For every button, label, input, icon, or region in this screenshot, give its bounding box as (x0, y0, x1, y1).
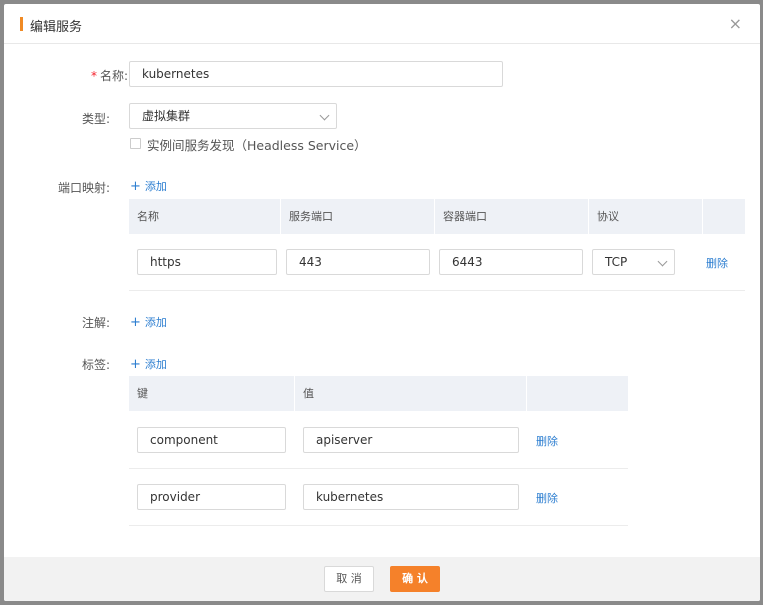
name-label: * 名称: (48, 67, 128, 84)
delete-label-button[interactable]: 删除 (536, 433, 558, 449)
headless-label: 实例间服务发现（Headless Service） (147, 138, 367, 153)
add-label-label: 添加 (144, 358, 167, 371)
add-port-button[interactable]: + 添加 (130, 178, 167, 194)
type-label: 类型: (81, 112, 110, 126)
name-input[interactable]: kubernetes (129, 61, 503, 87)
ports-col-actions (703, 199, 745, 234)
ports-label: 端口映射: (57, 181, 110, 195)
title-accent-bar (20, 17, 23, 31)
protocol-select[interactable]: TCP (592, 249, 675, 275)
label-value-input[interactable]: apiserver (303, 427, 519, 453)
dialog-footer: 取 消 确 认 (4, 557, 760, 601)
close-icon[interactable]: × (729, 16, 742, 32)
add-port-label: 添加 (144, 180, 167, 193)
edit-service-dialog: 编辑服务 × * 名称: kubernetes 类型: 虚拟集群 实例间服务发现（… (4, 4, 760, 601)
labels-col-value: 值 (295, 376, 527, 411)
labels-row-divider (129, 525, 628, 526)
required-mark: * (90, 69, 97, 83)
type-select[interactable]: 虚拟集群 (129, 103, 337, 129)
name-label-text: 名称: (99, 69, 128, 83)
dialog-title: 编辑服务 (30, 20, 83, 35)
annotations-label: 注解: (81, 316, 110, 330)
cancel-button[interactable]: 取 消 (324, 566, 374, 592)
dialog-header: 编辑服务 × (4, 4, 760, 44)
ports-col-service-port: 服务端口 (281, 199, 435, 234)
port-name-input[interactable]: https (137, 249, 277, 275)
labels-table-header: 键 值 (129, 376, 628, 411)
ports-col-container-port: 容器端口 (435, 199, 589, 234)
ports-table-header: 名称 服务端口 容器端口 协议 (129, 199, 745, 234)
ports-col-name: 名称 (129, 199, 281, 234)
add-annotation-button[interactable]: + 添加 (130, 314, 167, 330)
add-label-button[interactable]: + 添加 (130, 356, 167, 372)
headless-checkbox[interactable] (130, 138, 141, 149)
labels-col-key: 键 (129, 376, 295, 411)
labels-row-divider (129, 468, 628, 469)
add-annotation-label: 添加 (144, 316, 167, 329)
plus-icon: + (130, 179, 141, 194)
labels-label: 标签: (81, 358, 110, 372)
label-value-input[interactable]: kubernetes (303, 484, 519, 510)
delete-port-button[interactable]: 删除 (706, 255, 728, 271)
delete-label-button[interactable]: 删除 (536, 490, 558, 506)
chevron-down-icon (319, 110, 330, 121)
protocol-select-value: TCP (605, 255, 628, 269)
plus-icon: + (130, 357, 141, 372)
service-port-input[interactable]: 443 (286, 249, 430, 275)
plus-icon: + (130, 315, 141, 330)
chevron-down-icon (657, 256, 668, 267)
container-port-input[interactable]: 6443 (439, 249, 583, 275)
ports-row-divider (129, 290, 745, 291)
confirm-button[interactable]: 确 认 (390, 566, 440, 592)
label-key-input[interactable]: provider (137, 484, 286, 510)
label-key-input[interactable]: component (137, 427, 286, 453)
ports-col-protocol: 协议 (589, 199, 703, 234)
labels-col-actions (527, 376, 628, 411)
type-select-value: 虚拟集群 (142, 109, 191, 123)
